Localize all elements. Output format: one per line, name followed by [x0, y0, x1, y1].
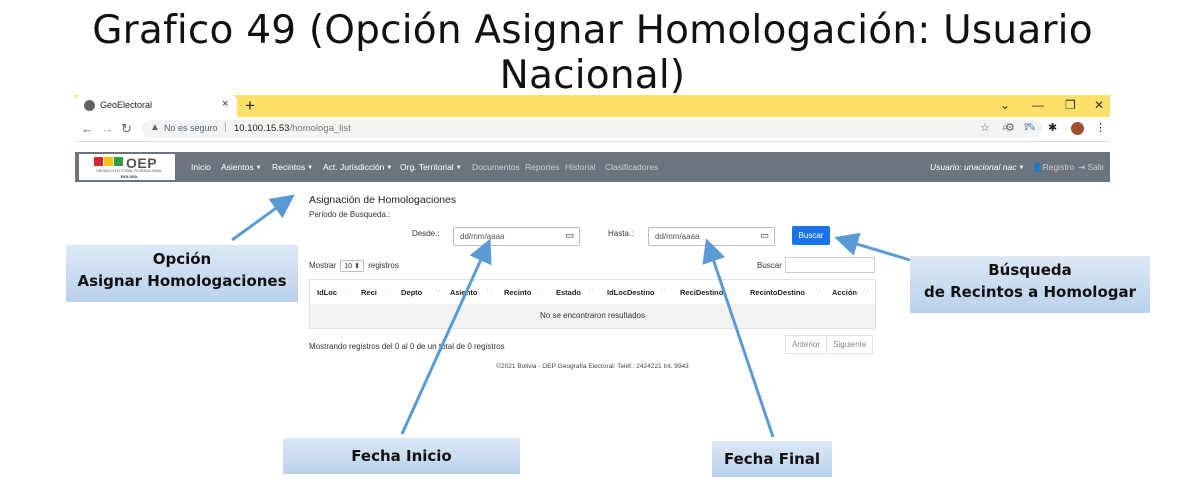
arrow-fecha-inicio — [400, 238, 492, 435]
callout-arrows — [231, 194, 911, 438]
arrow-fecha-final — [702, 238, 775, 438]
arrow-busqueda — [834, 232, 911, 262]
arrow-opcion — [231, 194, 295, 242]
